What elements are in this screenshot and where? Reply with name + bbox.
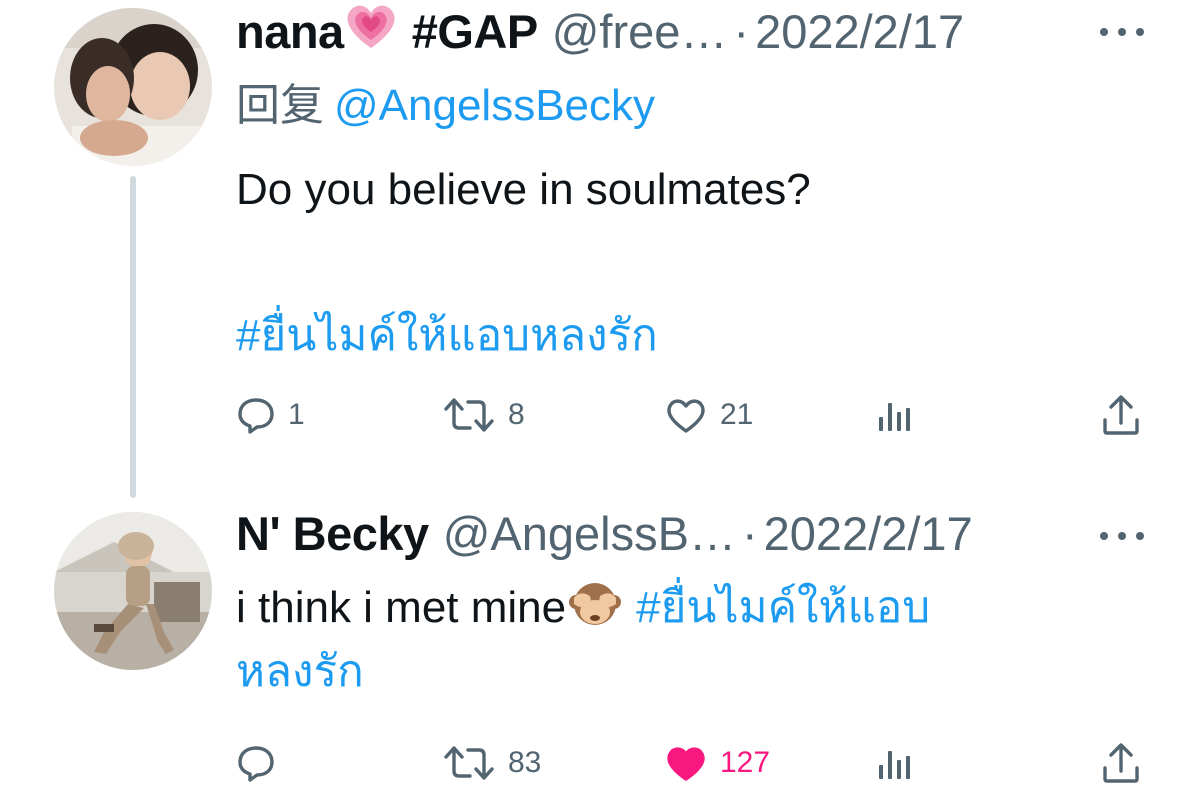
reply-button[interactable]: 1 <box>236 390 305 440</box>
see-no-evil-monkey-emoji <box>568 580 622 644</box>
like-icon <box>667 747 705 781</box>
reply-icon <box>238 398 274 434</box>
tweet-text-block: i think i met mine #ยื่นไมค์ให้แอบหลงรัก <box>236 580 1096 700</box>
tweet-2-header: N' Becky @AngelssB… · 2022/2/17 <box>236 506 973 562</box>
like-icon <box>667 399 705 433</box>
retweet-count: 83 <box>508 746 542 779</box>
thread-connector-line <box>130 176 136 498</box>
more-icon[interactable] <box>1100 530 1144 542</box>
share-icon <box>1103 395 1139 435</box>
display-name[interactable]: nana <box>236 4 344 60</box>
retweet-count: 8 <box>508 398 525 431</box>
name-hashtag: #GAP <box>411 5 539 58</box>
separator-dot: · <box>741 507 758 560</box>
views-button[interactable] <box>874 738 914 788</box>
tweet-actions: 1 8 21 <box>236 390 1142 440</box>
views-icon <box>879 751 910 779</box>
like-button[interactable]: 127 <box>664 738 770 788</box>
tweet-text: Do you believe in soulmates? <box>236 165 811 214</box>
retweet-icon <box>444 398 494 432</box>
retweet-icon <box>444 746 494 780</box>
hashtag-link[interactable]: #ยื่นไมค์ให้แอบหลงรัก <box>236 308 658 364</box>
reply-mention-link[interactable]: @AngelssBecky <box>334 81 655 130</box>
hashtag-link-continued[interactable]: หลงรัก <box>236 647 364 696</box>
hashtag-link[interactable]: #ยื่นไมค์ให้แอบ <box>636 583 930 632</box>
tweet-actions: 83 127 <box>236 738 1142 788</box>
more-icon[interactable] <box>1100 26 1144 38</box>
replying-to-line: 回复 @AngelssBecky <box>236 78 655 134</box>
user-handle[interactable]: @AngelssB… <box>443 506 736 562</box>
like-count: 21 <box>720 398 754 431</box>
reply-icon <box>238 746 274 782</box>
retweet-button[interactable]: 83 <box>442 738 541 788</box>
reply-prefix: 回复 <box>236 81 324 130</box>
avatar[interactable] <box>54 8 212 166</box>
share-icon <box>1103 743 1139 783</box>
growing-heart-emoji <box>344 1 398 63</box>
tweet-1-header: nana #GAP @free… · 2022/2/17 <box>236 4 964 60</box>
separator-dot: · <box>733 5 750 58</box>
like-button[interactable]: 21 <box>664 390 753 440</box>
tweet-text: i think i met mine <box>236 583 567 632</box>
reply-count: 1 <box>288 398 305 431</box>
views-button[interactable] <box>874 390 914 440</box>
reply-button[interactable] <box>236 738 288 788</box>
display-name[interactable]: N' Becky <box>236 506 429 562</box>
share-button[interactable] <box>1100 738 1142 788</box>
user-handle[interactable]: @free… <box>552 4 728 60</box>
like-count: 127 <box>720 746 771 779</box>
tweet-date[interactable]: 2022/2/17 <box>755 4 964 60</box>
avatar[interactable] <box>54 512 212 670</box>
retweet-button[interactable]: 8 <box>442 390 525 440</box>
tweet-date[interactable]: 2022/2/17 <box>764 506 973 562</box>
views-icon <box>879 403 910 431</box>
share-button[interactable] <box>1100 390 1142 440</box>
